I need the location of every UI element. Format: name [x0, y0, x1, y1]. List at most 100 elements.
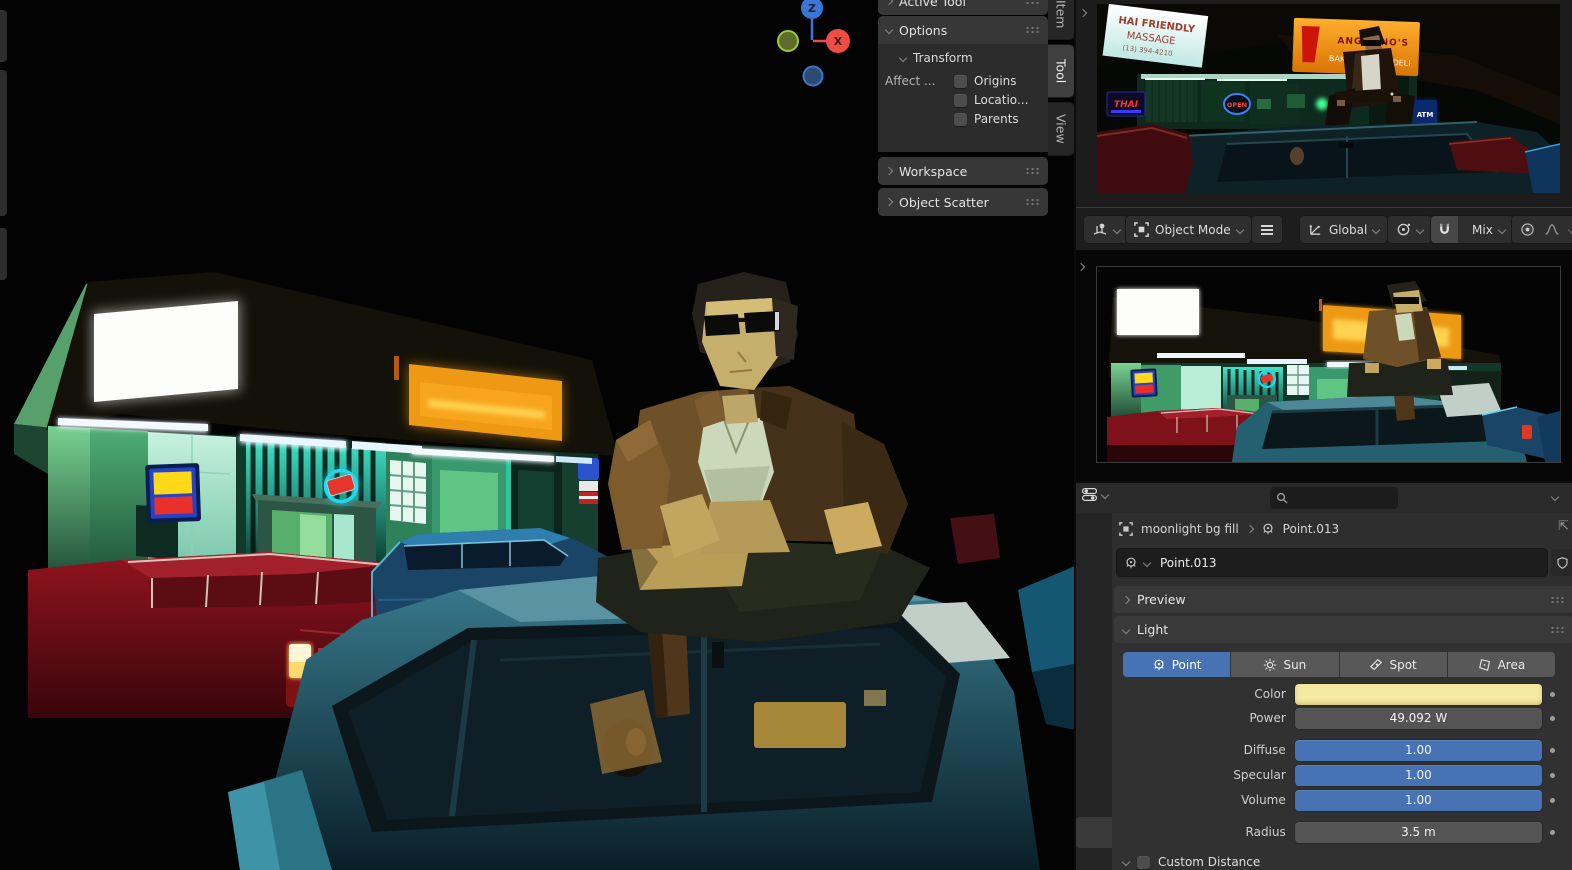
chevron-down-icon	[1113, 225, 1121, 233]
breadcrumb-data[interactable]: Point.013	[1283, 522, 1340, 536]
chevron-down-icon	[1498, 225, 1506, 233]
active-tab-highlight	[1075, 817, 1112, 848]
orientation-label: Global	[1329, 223, 1367, 237]
id-name-field[interactable]: Point.013	[1117, 549, 1547, 576]
panel-header-active-tool[interactable]: Active Tool	[878, 0, 1048, 15]
toolbar-button-group[interactable]	[0, 70, 7, 216]
point-light-icon	[1152, 658, 1166, 672]
toolbar-button[interactable]	[0, 10, 7, 62]
panel-header-options[interactable]: Options	[878, 16, 1048, 44]
grip-icon	[1025, 198, 1040, 206]
chevron-right-icon	[885, 167, 893, 175]
viewport-camera[interactable]	[1075, 250, 1572, 483]
panel-header-workspace[interactable]: Workspace	[878, 157, 1048, 185]
snap-mode-dropdown[interactable]: Mix	[1464, 223, 1513, 237]
animate-dot[interactable]	[1550, 798, 1555, 803]
orientation-dropdown[interactable]: Global	[1300, 216, 1387, 243]
editor-divider[interactable]	[1074, 0, 1076, 870]
hamburger-menu-icon	[1260, 224, 1274, 236]
collapse-arrow[interactable]	[1077, 263, 1085, 271]
name-field-value: Point.013	[1160, 556, 1217, 570]
animate-dot[interactable]	[1550, 716, 1555, 721]
falloff-curve-icon[interactable]	[1544, 222, 1560, 237]
affect-label: Affect ...	[885, 74, 947, 88]
grip-icon	[1550, 596, 1565, 604]
color-swatch[interactable]	[1295, 684, 1542, 705]
chevron-right-icon	[1245, 525, 1253, 533]
snap-toggle[interactable]	[1431, 216, 1458, 243]
panel-header-preview[interactable]: Preview	[1114, 586, 1572, 613]
light-type-switch: Point Sun Spot	[1123, 652, 1555, 677]
chevron-down-icon	[1235, 225, 1243, 233]
chevron-down-icon[interactable]	[1551, 493, 1559, 501]
svg-text:ATM: ATM	[1417, 111, 1434, 119]
panel-title: Object Scatter	[899, 195, 989, 210]
panel-header-light[interactable]: Light	[1114, 616, 1572, 643]
reference-photo: HAI FRIENDLY MASSAGE (13) 394-4210 ANGEL…	[1097, 4, 1560, 193]
diffuse-slider[interactable]: 1.00	[1295, 740, 1542, 761]
checkbox-parents[interactable]	[954, 113, 967, 126]
object-icon	[1119, 522, 1133, 536]
shield-icon	[1556, 556, 1569, 570]
light-type-point[interactable]: Point	[1123, 652, 1230, 677]
fake-user-button[interactable]	[1551, 549, 1572, 576]
panel-header-object-scatter[interactable]: Object Scatter	[878, 188, 1048, 216]
pivot-point-dropdown[interactable]	[1388, 216, 1431, 243]
chevron-down-icon	[1122, 858, 1130, 866]
light-type-sun[interactable]: Sun	[1231, 652, 1338, 677]
npanel-tab-tool[interactable]: Tool	[1048, 44, 1075, 98]
npanel-tab-view[interactable]: View	[1048, 102, 1075, 156]
viewport-3d[interactable]: Z X Active Tool Options Transform Affect…	[0, 0, 1075, 870]
viewport-header: Object Mode Global	[1075, 207, 1572, 250]
search-input[interactable]	[1270, 487, 1398, 509]
custom-distance-label: Custom Distance	[1158, 855, 1260, 869]
chevron-down-icon	[1372, 225, 1380, 233]
svg-text:X: X	[834, 35, 843, 48]
camera-render-view	[1097, 267, 1560, 462]
animate-dot[interactable]	[1550, 773, 1555, 778]
blender-window: Z X Active Tool Options Transform Affect…	[0, 0, 1572, 870]
breadcrumb-object[interactable]: moonlight bg fill	[1141, 522, 1239, 536]
chevron-down-icon	[1101, 490, 1109, 498]
editor-type-button[interactable]	[1084, 216, 1128, 243]
light-type-spot[interactable]: Spot	[1340, 652, 1447, 677]
custom-distance-row[interactable]: Custom Distance	[1123, 855, 1260, 869]
diffuse-label: Diffuse	[1111, 743, 1286, 757]
chevron-down-icon	[885, 26, 893, 34]
properties-header	[1075, 483, 1572, 513]
animate-dot[interactable]	[1550, 748, 1555, 753]
gizmo-y-axis	[778, 31, 798, 51]
power-field[interactable]: 49.092 W	[1295, 708, 1542, 729]
svg-text:DELI: DELI	[1392, 58, 1410, 68]
editor-divider[interactable]	[1075, 481, 1572, 483]
navigation-gizmo[interactable]: Z X	[770, 0, 880, 94]
mode-dropdown[interactable]: Object Mode	[1126, 216, 1251, 243]
light-type-area[interactable]: Area	[1448, 652, 1555, 677]
custom-distance-checkbox[interactable]	[1137, 856, 1150, 869]
point-light-icon	[1261, 522, 1275, 536]
checkbox-origins[interactable]	[954, 75, 967, 88]
panel-title: Workspace	[899, 164, 967, 179]
search-icon	[1276, 492, 1288, 504]
pin-id-icon[interactable]: ⇱	[1558, 519, 1569, 534]
proportional-edit-icon[interactable]	[1520, 222, 1535, 237]
chevron-right-icon	[1122, 595, 1130, 603]
animate-dot[interactable]	[1550, 830, 1555, 835]
volume-slider[interactable]: 1.00	[1295, 790, 1542, 811]
volume-label: Volume	[1111, 793, 1286, 807]
radius-field[interactable]: 3.5 m	[1295, 822, 1542, 843]
toolbar-button[interactable]	[0, 228, 7, 280]
subpanel-transform[interactable]: Transform	[878, 44, 1048, 69]
properties-editor: moonlight bg fill Point.013 ⇱ Point.013	[1075, 483, 1572, 870]
properties-editor-icon	[1081, 486, 1098, 503]
image-editor[interactable]: HAI FRIENDLY MASSAGE (13) 394-4210 ANGEL…	[1075, 0, 1572, 207]
editor-type-button[interactable]	[1081, 486, 1108, 503]
checkbox-label: Parents	[974, 112, 1019, 126]
viewport-menu-button[interactable]	[1252, 216, 1282, 243]
collapse-arrow[interactable]	[1079, 9, 1087, 17]
npanel-tab-item[interactable]: Item	[1048, 0, 1075, 40]
checkbox-locations[interactable]	[954, 94, 967, 107]
checkbox-label: Origins	[974, 74, 1017, 88]
animate-dot[interactable]	[1550, 692, 1555, 697]
specular-slider[interactable]: 1.00	[1295, 765, 1542, 786]
